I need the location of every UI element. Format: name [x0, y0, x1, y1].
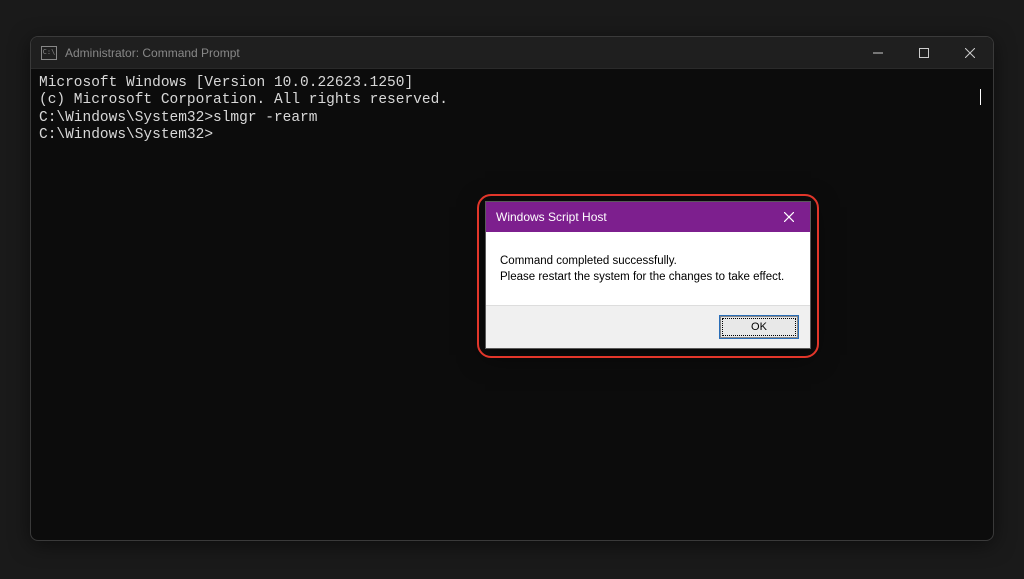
cmd-title-left: C:\ Administrator: Command Prompt [41, 46, 240, 60]
cmd-titlebar[interactable]: C:\ Administrator: Command Prompt [31, 37, 993, 69]
close-icon [784, 212, 794, 222]
minimize-button[interactable] [855, 37, 901, 68]
dialog-body: Command completed successfully. Please r… [486, 232, 810, 305]
dialog-titlebar[interactable]: Windows Script Host [486, 202, 810, 232]
close-button[interactable] [947, 37, 993, 68]
dialog-message-line: Please restart the system for the change… [500, 270, 796, 286]
maximize-button[interactable] [901, 37, 947, 68]
cmd-output-line: C:\Windows\System32>slmgr -rearm [39, 110, 985, 127]
maximize-icon [919, 48, 929, 58]
cmd-icon: C:\ [41, 46, 57, 60]
text-cursor [980, 89, 981, 105]
dialog-title: Windows Script Host [496, 210, 607, 224]
ok-button[interactable]: OK [720, 316, 798, 338]
cmd-output-line: Microsoft Windows [Version 10.0.22623.12… [39, 75, 985, 92]
cmd-title-text: Administrator: Command Prompt [65, 46, 240, 60]
dialog-footer: OK [486, 305, 810, 348]
cmd-output-line: (c) Microsoft Corporation. All rights re… [39, 92, 985, 109]
close-icon [965, 48, 975, 58]
dialog-message-line: Command completed successfully. [500, 254, 796, 270]
script-host-dialog: Windows Script Host Command completed su… [485, 201, 811, 349]
cmd-window-controls [855, 37, 993, 68]
minimize-icon [873, 48, 883, 58]
dialog-close-button[interactable] [768, 202, 810, 232]
cmd-prompt-line: C:\Windows\System32> [39, 127, 985, 144]
